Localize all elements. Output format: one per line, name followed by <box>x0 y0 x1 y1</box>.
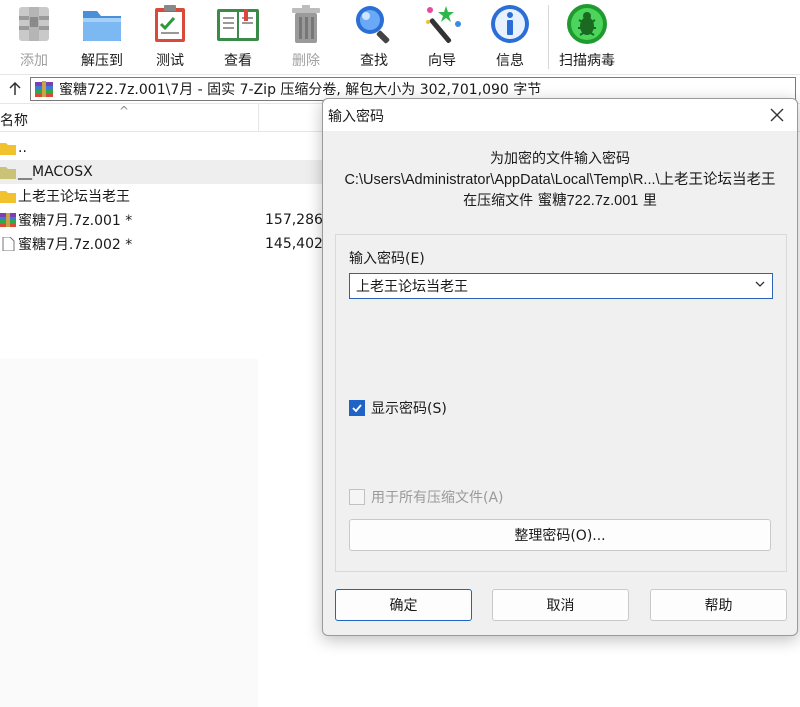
wizard-button[interactable]: 向导 <box>408 0 476 74</box>
password-combobox[interactable]: 上老王论坛当老王 <box>349 273 773 299</box>
test-label: 测试 <box>156 53 184 69</box>
virus-scan-label: 扫描病毒 <box>559 53 615 69</box>
test-button[interactable]: 测试 <box>136 0 204 74</box>
folder-extract-icon <box>79 2 125 46</box>
info-label: 信息 <box>496 53 524 69</box>
folder-icon <box>0 191 16 203</box>
open-book-icon <box>215 2 261 46</box>
list-item-name: 蜜糖7月.7z.001 * <box>18 213 133 229</box>
magnifier-icon <box>351 2 397 46</box>
password-value: 上老王论坛当老王 <box>356 279 468 295</box>
list-item-size: 157,286 <box>265 212 323 228</box>
dialog-title-bar: 输入密码 <box>323 99 797 131</box>
path-text: 蜜糖722.7z.001\7月 - 固实 7-Zip 压缩分卷, 解包大小为 3… <box>59 82 542 98</box>
close-icon[interactable] <box>765 103 789 127</box>
use-for-all-label: 用于所有压缩文件(A) <box>371 490 504 506</box>
info-icon <box>487 2 533 46</box>
magic-wand-icon <box>419 2 465 46</box>
extract-to-label: 解压到 <box>81 53 123 69</box>
list-item[interactable]: 上老王论坛当老王 <box>0 184 330 208</box>
column-header-name[interactable]: 名称 <box>0 110 28 130</box>
view-label: 查看 <box>224 53 252 69</box>
cancel-button[interactable]: 取消 <box>492 589 629 621</box>
virus-scan-button[interactable]: 扫描病毒 <box>553 0 621 74</box>
checkbox-unchecked-icon <box>349 489 365 505</box>
toolbar-separator <box>548 5 549 69</box>
show-password-label: 显示密码(S) <box>371 401 447 417</box>
dialog-title: 输入密码 <box>328 109 384 125</box>
find-label: 查找 <box>360 53 388 69</box>
list-item[interactable]: 蜜糖7月.7z.001 * 157,286 <box>0 208 330 232</box>
find-button[interactable]: 查找 <box>340 0 408 74</box>
list-item-name: __MACOSX <box>18 164 93 180</box>
info-archive-suffix: 里 <box>638 193 657 209</box>
organize-passwords-button[interactable]: 整理密码(O)... <box>349 519 771 551</box>
delete-button[interactable]: 删除 <box>272 0 340 74</box>
trash-icon <box>283 2 329 46</box>
info-button[interactable]: 信息 <box>476 0 544 74</box>
wizard-label: 向导 <box>428 53 456 69</box>
chevron-down-icon[interactable] <box>754 278 766 293</box>
ok-button[interactable]: 确定 <box>335 589 472 621</box>
list-item-name: 上老王论坛当老王 <box>18 189 130 205</box>
use-for-all-checkbox[interactable]: 用于所有压缩文件(A) <box>349 487 504 507</box>
view-button[interactable]: 查看 <box>204 0 272 74</box>
password-dialog: 输入密码 为加密的文件输入密码 C:\Users\Administrator\A… <box>322 98 798 636</box>
bug-shield-icon <box>564 2 610 46</box>
list-item[interactable]: 蜜糖7月.7z.002 * 145,402 <box>0 232 330 256</box>
password-label: 输入密码(E) <box>349 251 425 267</box>
toolbar: 添加 解压到 测试 查看 删除 查找 向导 信息 扫描病毒 <box>0 0 800 74</box>
add-button[interactable]: 添加 <box>0 0 68 74</box>
folder-icon <box>0 167 16 179</box>
checkbox-checked-icon <box>349 400 365 416</box>
archive-icon <box>0 213 16 227</box>
list-item[interactable]: .. <box>0 136 330 160</box>
sort-ascending-icon: ^ <box>119 104 130 118</box>
list-empty-area <box>0 359 258 707</box>
extract-to-button[interactable]: 解压到 <box>68 0 136 74</box>
show-password-checkbox[interactable]: 显示密码(S) <box>349 398 447 418</box>
add-label: 添加 <box>20 53 48 69</box>
checklist-icon <box>147 2 193 46</box>
info-archive-file: 蜜糖722.7z.001 <box>537 193 639 209</box>
list-item-name: .. <box>18 140 27 156</box>
file-icon <box>2 237 15 251</box>
info-line-path: C:\Users\Administrator\AppData\Local\Tem… <box>344 172 776 188</box>
archive-icon <box>35 81 53 97</box>
info-line-archive: 在压缩文件 蜜糖722.7z.001 里 <box>323 191 797 212</box>
list-item-size: 145,402 <box>265 236 323 252</box>
up-arrow-icon[interactable] <box>0 75 30 103</box>
dialog-info: 为加密的文件输入密码 C:\Users\Administrator\AppDat… <box>323 149 797 212</box>
column-divider[interactable] <box>258 104 259 132</box>
delete-label: 删除 <box>292 53 320 69</box>
info-archive-prefix: 在压缩文件 <box>463 193 538 209</box>
info-line-prompt: 为加密的文件输入密码 <box>490 151 630 167</box>
add-archive-icon <box>11 2 57 46</box>
help-button[interactable]: 帮助 <box>650 589 787 621</box>
list-item[interactable]: __MACOSX <box>0 160 330 184</box>
list-item-name: 蜜糖7月.7z.002 * <box>18 237 133 253</box>
folder-icon <box>0 143 16 155</box>
